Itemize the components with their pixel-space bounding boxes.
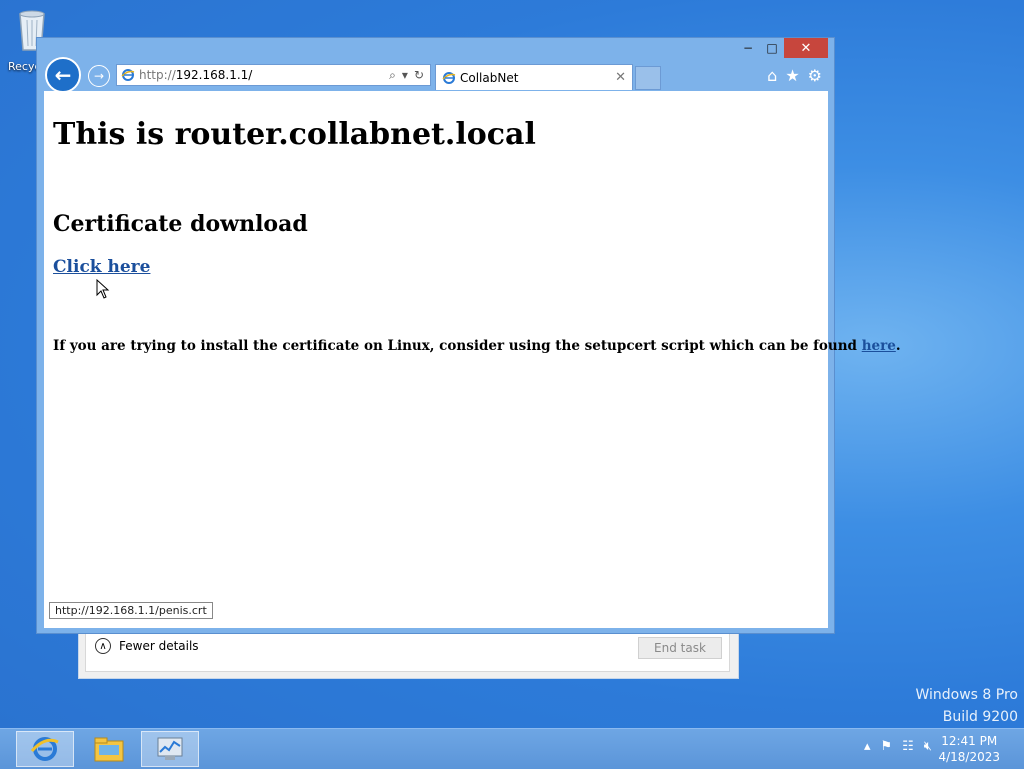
page-content: This is router.collabnet.local Certifica… xyxy=(44,91,901,628)
favorites-star-icon[interactable]: ★ xyxy=(785,66,799,85)
linux-instructions: If you are trying to install the certifi… xyxy=(53,338,901,354)
address-tools: ⌕ ▾ ↻ xyxy=(389,68,430,83)
tab-collabnet[interactable]: CollabNet ✕ xyxy=(435,64,633,90)
address-url[interactable]: http://192.168.1.1/ xyxy=(139,68,389,82)
refresh-icon[interactable]: ↻ xyxy=(414,68,424,83)
internet-explorer-icon xyxy=(30,737,59,761)
address-scheme: http:// xyxy=(139,68,176,82)
address-bar[interactable]: http://192.168.1.1/ ⌕ ▾ ↻ xyxy=(116,64,431,86)
file-explorer-icon xyxy=(94,737,124,762)
gear-icon[interactable]: ⚙ xyxy=(808,66,822,85)
system-tray: ▴ ⚑ ☷ 🔇︎ xyxy=(864,739,932,754)
task-manager-icon xyxy=(157,737,183,760)
address-host: 192.168.1.1/ xyxy=(175,68,253,82)
watermark-build: Build 9200 xyxy=(942,709,1018,725)
search-icon[interactable]: ⌕ xyxy=(389,68,396,83)
new-tab-button[interactable] xyxy=(635,66,661,90)
ie-tab-icon xyxy=(442,71,456,84)
chevron-up-icon[interactable]: ▴ xyxy=(864,739,871,754)
clock-time: 12:41 PM xyxy=(941,734,998,748)
certificate-heading: Certificate download xyxy=(53,211,308,237)
maximize-button[interactable]: □ xyxy=(760,38,784,58)
ie-page-icon xyxy=(121,69,135,81)
fewer-details-label: Fewer details xyxy=(119,639,199,653)
taskbar: ▴ ⚑ ☷ 🔇︎ 12:41 PM 4/18/2023 xyxy=(0,728,1024,769)
status-bar-url: http://192.168.1.1/penis.crt xyxy=(49,602,213,619)
watermark-edition: Windows 8 Pro xyxy=(915,687,1018,703)
page-title: This is router.collabnet.local xyxy=(53,117,536,152)
certificate-download-link[interactable]: Click here xyxy=(53,257,150,277)
arrow-right-icon: → xyxy=(93,69,105,83)
linux-instructions-text: If you are trying to install the certifi… xyxy=(53,338,862,354)
arrow-left-icon: ← xyxy=(54,63,72,87)
network-icon[interactable]: ☷ xyxy=(902,739,914,754)
close-tab-icon[interactable]: ✕ xyxy=(615,70,632,85)
setupcert-script-link[interactable]: here xyxy=(862,338,896,354)
mouse-cursor-icon xyxy=(96,279,110,299)
browser-toolbar-right: ⌂ ★ ⚙ xyxy=(767,66,822,85)
minimize-button[interactable]: − xyxy=(736,38,760,58)
tab-title: CollabNet xyxy=(460,70,519,85)
forward-button[interactable]: → xyxy=(88,65,110,87)
taskbar-clock[interactable]: 12:41 PM 4/18/2023 xyxy=(938,733,1000,765)
window-caption-buttons: − □ ✕ xyxy=(736,38,828,58)
taskbar-task-manager-button[interactable] xyxy=(141,731,199,767)
linux-instructions-period: . xyxy=(895,338,901,354)
clock-date: 4/18/2023 xyxy=(938,750,1000,764)
taskbar-explorer-button[interactable] xyxy=(80,731,138,767)
chevron-up-icon: ∧ xyxy=(95,638,111,654)
chevron-down-icon[interactable]: ▾ xyxy=(402,68,408,83)
back-button[interactable]: ← xyxy=(45,57,81,93)
speaker-muted-icon[interactable]: 🔇︎ xyxy=(924,739,932,754)
close-window-button[interactable]: ✕ xyxy=(784,38,828,58)
home-icon[interactable]: ⌂ xyxy=(767,66,777,85)
browser-window: − □ ✕ ← → http://192.168.1.1/ ⌕ ▾ ↻ Coll… xyxy=(36,37,901,634)
action-center-flag-icon[interactable]: ⚑ xyxy=(880,739,892,754)
taskbar-ie-button[interactable] xyxy=(16,731,74,767)
windows-watermark: Windows 8 Pro Build 9200 xyxy=(915,684,1018,728)
end-task-button[interactable]: End task xyxy=(638,637,722,659)
fewer-details-button[interactable]: ∧ Fewer details xyxy=(95,638,199,654)
